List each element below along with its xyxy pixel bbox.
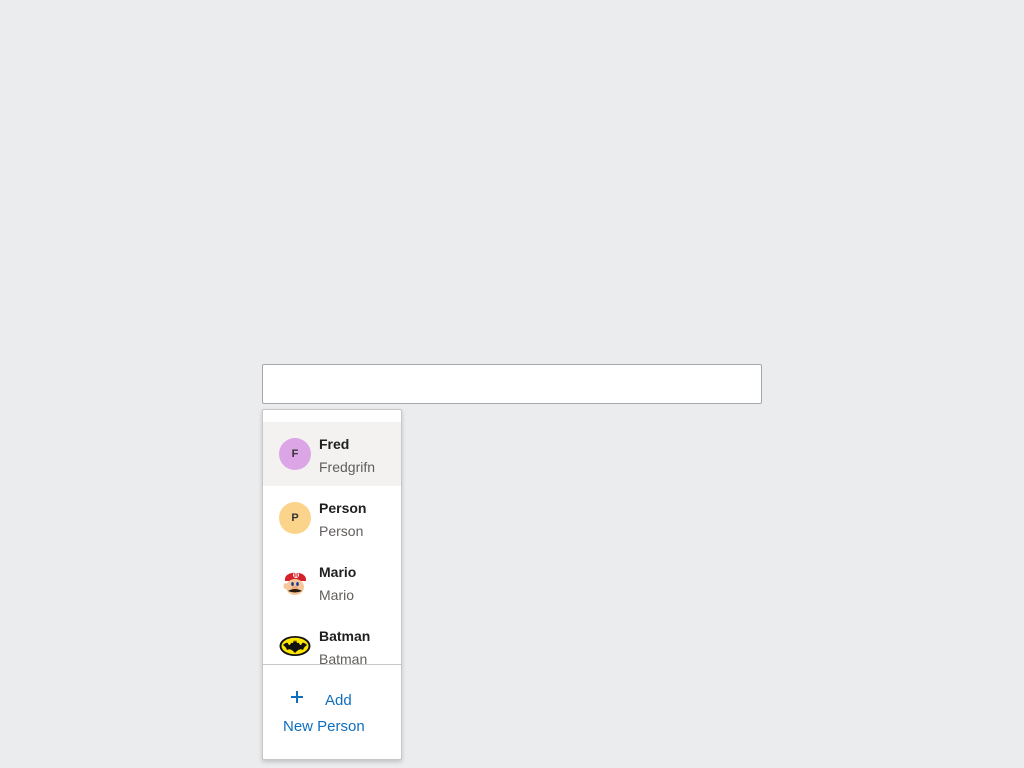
suggestion-secondary-text: Person bbox=[319, 523, 364, 539]
batman-icon bbox=[279, 630, 311, 662]
plus-icon bbox=[289, 688, 305, 704]
mario-icon: M bbox=[279, 566, 311, 598]
add-label: Add bbox=[325, 692, 352, 709]
svg-text:M: M bbox=[294, 573, 298, 579]
avatar-initial: P bbox=[291, 512, 299, 524]
suggestions-dropdown: F Fred Fredgrifn P Person Person M Mario… bbox=[262, 409, 402, 760]
suggestion-item-batman[interactable]: Batman Batman bbox=[263, 614, 401, 664]
suggestion-name: Person bbox=[319, 500, 367, 516]
avatar-person: P bbox=[279, 502, 311, 534]
suggestion-item-fred[interactable]: F Fred Fredgrifn bbox=[263, 422, 401, 486]
suggestion-secondary-text: Fredgrifn bbox=[319, 459, 376, 475]
avatar-initial: F bbox=[291, 448, 299, 460]
suggestion-item-mario[interactable]: M Mario Mario bbox=[263, 550, 401, 614]
new-person-label: New Person bbox=[283, 718, 365, 735]
people-picker-input[interactable] bbox=[262, 364, 762, 404]
suggestion-secondary-text: Batman bbox=[319, 651, 368, 664]
suggestion-secondary-text: Mario bbox=[319, 587, 355, 603]
suggestion-name: Batman bbox=[319, 628, 371, 644]
add-new-person-button[interactable]: Add New Person bbox=[263, 682, 401, 746]
footer-divider bbox=[263, 664, 401, 665]
suggestion-name: Mario bbox=[319, 564, 357, 580]
suggestion-item-person[interactable]: P Person Person bbox=[263, 486, 401, 550]
suggestion-name: Fred bbox=[319, 436, 350, 452]
suggestions-list: F Fred Fredgrifn P Person Person M Mario… bbox=[263, 422, 401, 664]
avatar-fred: F bbox=[279, 438, 311, 470]
